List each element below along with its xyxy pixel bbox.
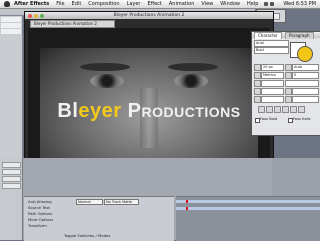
track-matte-select[interactable]: No Track Matte [104, 199, 139, 205]
timeline-row[interactable] [2, 162, 21, 168]
comp-title-text: Bleyer PRODUCTIONS [40, 100, 258, 123]
font-family-select[interactable]: Arial [254, 40, 289, 47]
vertical-scale-icon [254, 88, 261, 95]
menu-view[interactable]: View [201, 1, 213, 7]
menubar-clock[interactable]: Wed 6:53 PM [283, 1, 316, 7]
apple-icon[interactable] [4, 1, 10, 7]
tsume-icon [285, 96, 292, 103]
menu-file[interactable]: File [56, 1, 64, 7]
keyframe-marker[interactable] [186, 200, 188, 203]
character-palette-header: Character Paragraph [252, 32, 320, 39]
toggle-switches-label[interactable]: Toggle Switches / Modes [64, 233, 110, 238]
layer-duration-bar[interactable] [176, 207, 320, 210]
menu-effect[interactable]: Effect [147, 1, 161, 7]
face-left-brow [80, 63, 130, 71]
menu-composition[interactable]: Composition [88, 1, 119, 7]
font-size-icon [254, 64, 261, 71]
face-right-brow [168, 63, 218, 71]
tab-paragraph[interactable]: Paragraph [285, 32, 314, 39]
all-caps-icon[interactable] [274, 106, 281, 113]
faux-italic-label: Faux Italic [293, 117, 311, 121]
stroke-width-icon [254, 80, 261, 87]
project-row[interactable] [1, 23, 21, 28]
project-row[interactable] [1, 17, 21, 22]
composition-tab[interactable]: Bleyer Productions Animation 2 [30, 20, 115, 28]
font-size-field[interactable]: 20 px [261, 64, 284, 71]
property-row[interactable]: Anti-Aliasing [28, 199, 52, 204]
menu-edit[interactable]: Edit [72, 1, 82, 7]
tab-character[interactable]: Character [254, 32, 282, 39]
close-button[interactable] [28, 13, 32, 18]
timeline-left-panel [0, 158, 23, 240]
face-right-eye [174, 74, 208, 88]
menu-help[interactable]: Help [247, 1, 258, 7]
project-row[interactable] [1, 29, 21, 34]
timeline-right-panel [272, 158, 320, 196]
faux-bold-icon[interactable] [258, 106, 265, 113]
window-title: Bleyer Productions Animation 2 [113, 13, 185, 18]
timeline-row[interactable] [2, 183, 21, 189]
property-row[interactable]: Source Text [28, 205, 50, 210]
leading-field[interactable]: Auto [292, 64, 319, 71]
menu-layer[interactable]: Layer [127, 1, 141, 7]
menu-window[interactable]: Window [220, 1, 240, 7]
title-roductions: RODUCTIONS [141, 104, 241, 120]
battery-icon[interactable] [270, 2, 274, 6]
subscript-icon[interactable] [298, 106, 305, 113]
baseline-shift-field[interactable] [261, 96, 284, 103]
menu-bar: After Effects File Edit Composition Laye… [0, 0, 320, 9]
tracking-icon [285, 72, 292, 79]
timeline-tracks [176, 196, 320, 241]
stroke-order-select[interactable] [285, 80, 319, 87]
stroke-width-field[interactable] [261, 80, 284, 87]
menu-animation[interactable]: Animation [169, 1, 195, 7]
timeline-row[interactable] [2, 169, 21, 175]
horizontal-scale-field[interactable] [292, 88, 319, 95]
keyframe-marker[interactable] [186, 207, 188, 210]
volume-icon[interactable] [264, 2, 268, 6]
blend-mode-select[interactable]: Normal [76, 199, 103, 205]
timeline-row[interactable] [2, 176, 21, 182]
kerning-icon [254, 72, 261, 79]
vertical-scale-field[interactable] [261, 88, 284, 95]
property-row[interactable]: Transform [28, 223, 47, 228]
zoom-button[interactable] [40, 13, 44, 18]
tsume-field[interactable] [292, 96, 319, 103]
tracking-field[interactable]: 0 [292, 72, 319, 79]
menu-after-effects[interactable]: After Effects [14, 1, 49, 7]
minimize-button[interactable] [34, 13, 38, 18]
title-bl: Bl [57, 100, 79, 122]
kerning-field[interactable]: Metrics [261, 72, 284, 79]
horizontal-scale-icon [285, 88, 292, 95]
layer-duration-bar[interactable] [176, 200, 320, 203]
fill-color-swatch[interactable] [297, 46, 313, 62]
baseline-shift-icon [254, 96, 261, 103]
zoom-tool-icon[interactable] [273, 13, 280, 20]
face-left-eye [90, 74, 124, 88]
timeline-area: Anti-Aliasing Source Text Path Options M… [0, 158, 320, 241]
leading-icon [285, 64, 292, 71]
title-eyer: eyer [78, 100, 122, 122]
project-panel [0, 16, 23, 166]
faux-bold-label: Faux Bold [260, 117, 277, 121]
superscript-icon[interactable] [290, 106, 297, 113]
property-row[interactable]: Path Options [28, 211, 52, 216]
title-p: P [121, 100, 142, 122]
layer-properties: Anti-Aliasing Source Text Path Options M… [24, 196, 174, 241]
character-palette: Character Paragraph Arial Bold 20 px Aut… [251, 31, 320, 136]
composition-window-titlebar[interactable]: Bleyer Productions Animation 2 [25, 12, 273, 19]
property-row[interactable]: More Options [28, 217, 53, 222]
faux-italic-icon[interactable] [266, 106, 273, 113]
small-caps-icon[interactable] [282, 106, 289, 113]
font-style-select[interactable]: Bold [254, 47, 289, 54]
video-frame: Bleyer PRODUCTIONS [40, 48, 258, 163]
